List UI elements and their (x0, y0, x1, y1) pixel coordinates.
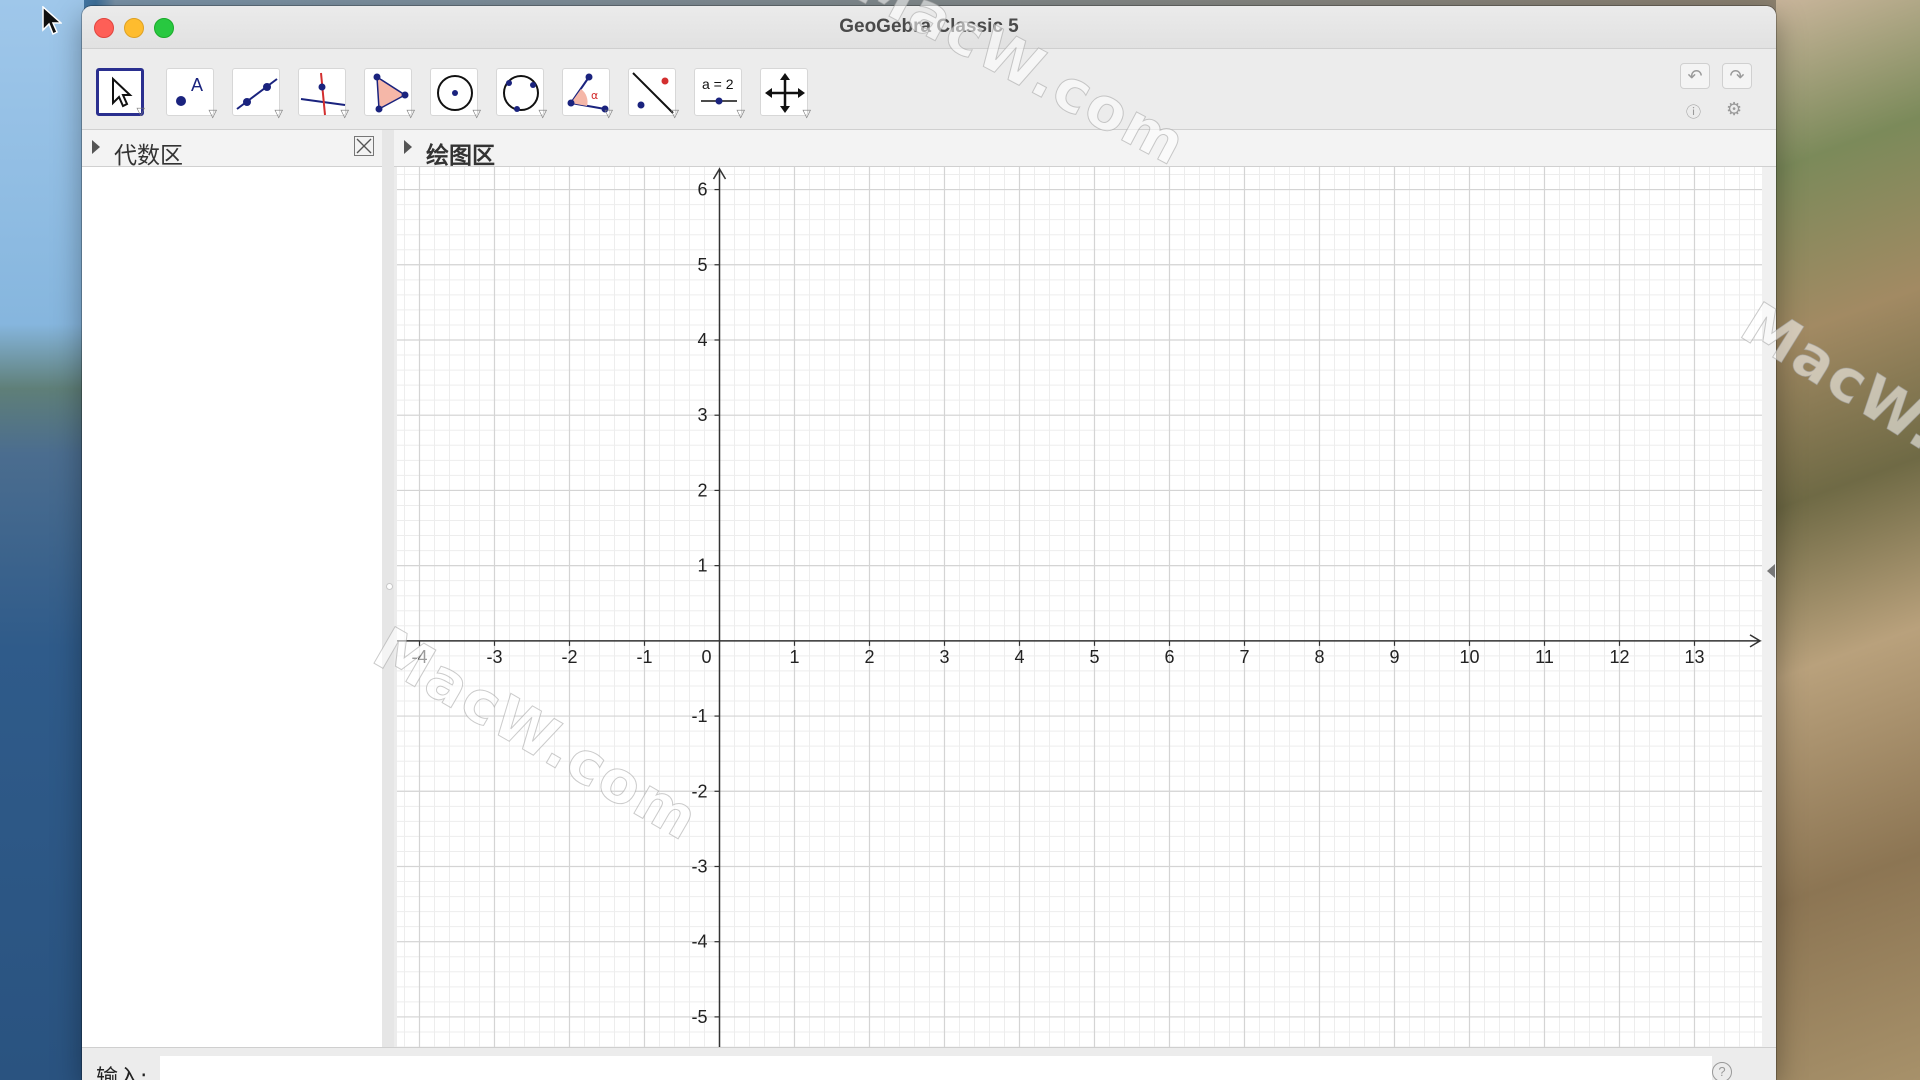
redo-icon: ↷ (1729, 66, 1745, 86)
y-axis-tick-label: -5 (691, 1007, 707, 1027)
chevron-down-icon: ▽ (538, 108, 547, 120)
y-axis-tick-label: -3 (691, 856, 707, 876)
line-tool-button[interactable]: ▽ (232, 68, 283, 120)
slider-tool-button[interactable]: a = 2 ▽ (694, 68, 745, 120)
undo-icon: ↶ (1687, 66, 1703, 86)
y-axis-tick-label: 1 (697, 556, 707, 576)
help-button[interactable]: ⓘ (1686, 101, 1701, 122)
view-splitter[interactable] (382, 130, 394, 1048)
graphics-view-header: 绘图区 (394, 130, 1776, 169)
x-axis-tick-label: 8 (1314, 647, 1324, 667)
circle-three-points-tool-button[interactable]: ▽ (496, 68, 547, 120)
chevron-down-icon: ▽ (208, 108, 217, 120)
input-help-icon[interactable]: ? (1712, 1062, 1732, 1080)
redo-button[interactable]: ↷ (1722, 63, 1752, 89)
splitter-handle[interactable] (386, 583, 393, 590)
x-axis-tick-label: 5 (1089, 647, 1099, 667)
chevron-down-icon: ▽ (472, 108, 481, 120)
title-bar: GeoGebra Classic 5 (82, 6, 1776, 49)
chevron-down-icon: ▽ (406, 108, 415, 120)
gear-icon: ⚙ (1726, 99, 1743, 119)
toolbar: ▽ A ▽ ▽ ▽ ▽ ▽ ▽ α ▽ ▽ a = 2 ▽ ▽ ↶ ↷ ⓘ ⚙ (82, 49, 1776, 130)
graphics-view-edge (1762, 167, 1776, 1047)
angle-tool-button[interactable]: α ▽ (562, 68, 613, 120)
x-axis-tick-label: 10 (1459, 647, 1479, 667)
algebra-view-title: 代数区 (114, 143, 183, 169)
geogebra-window: GeoGebra Classic 5 ▽ A ▽ ▽ ▽ ▽ ▽ ▽ α ▽ ▽… (82, 6, 1776, 1080)
circle-center-point-tool-button[interactable]: ▽ (430, 68, 481, 120)
x-axis-tick-label: -1 (636, 647, 652, 667)
chevron-down-icon: ▽ (136, 106, 145, 118)
y-axis-tick-label: -4 (691, 932, 707, 952)
x-axis-tick-label: 7 (1239, 647, 1249, 667)
svg-text:A: A (191, 75, 203, 95)
expand-arrow-icon[interactable] (92, 140, 100, 154)
coordinate-plane[interactable]: -4 -3 -2 -1 0 1 2 3 4 5 6 7 8 9 10 11 12 13654321-1-2-3-4… (397, 167, 1762, 1047)
move-tool-button[interactable]: ▽ (96, 68, 145, 118)
move-graphics-view-tool-button[interactable]: ▽ (760, 68, 811, 120)
y-axis-tick-label: -1 (691, 706, 707, 726)
x-axis-tick-label: -3 (486, 647, 502, 667)
algebra-view-close-button[interactable] (354, 136, 374, 156)
y-axis-tick-label: -2 (691, 781, 707, 801)
x-axis-tick-label: 4 (1014, 647, 1024, 667)
perpendicular-line-tool-button[interactable]: ▽ (298, 68, 349, 120)
y-axis-tick-label: 6 (697, 180, 707, 200)
desktop-wallpaper-right (1776, 0, 1920, 1080)
input-bar: 输入: ? (82, 1047, 1776, 1080)
chevron-down-icon: ▽ (604, 108, 613, 120)
x-axis-tick-label: 3 (939, 647, 949, 667)
slider-icon-label: a = 2 (702, 76, 734, 92)
y-axis-tick-label: 2 (697, 480, 707, 500)
expand-arrow-icon[interactable] (404, 140, 412, 154)
chevron-down-icon: ▽ (736, 108, 745, 120)
x-axis-tick-label: 6 (1164, 647, 1174, 667)
close-icon (356, 138, 372, 154)
settings-button[interactable]: ⚙ (1726, 99, 1742, 120)
svg-text:α: α (591, 89, 598, 102)
x-axis-tick-label: -4 (411, 647, 427, 667)
chevron-down-icon: ▽ (274, 108, 283, 120)
y-axis-tick-label: 4 (697, 330, 707, 350)
input-field[interactable] (160, 1056, 1712, 1080)
graphics-view-canvas[interactable]: -4 -3 -2 -1 0 1 2 3 4 5 6 7 8 9 10 11 12 13 6 5 4 3 2 1 -1 -2 -3 -4… (397, 167, 1762, 1047)
undo-button[interactable]: ↶ (1680, 63, 1710, 89)
x-axis-tick-label: -2 (561, 647, 577, 667)
x-axis-tick-label: 12 (1609, 647, 1629, 667)
algebra-view[interactable] (82, 167, 382, 1047)
window-title: GeoGebra Classic 5 (839, 16, 1019, 37)
algebra-view-header: 代数区 (82, 130, 382, 169)
y-axis-tick-label: 5 (697, 255, 707, 275)
point-tool-button[interactable]: A ▽ (166, 68, 217, 120)
input-label: 输入: (96, 1066, 148, 1080)
x-axis-tick-label: 2 (864, 647, 874, 667)
mouse-cursor-icon (42, 5, 63, 41)
polygon-tool-button[interactable]: ▽ (364, 68, 415, 120)
y-axis-tick-label: 3 (697, 405, 707, 425)
help-icon: ⓘ (1686, 104, 1702, 121)
x-axis-tick-label: 0 (701, 647, 711, 667)
chevron-down-icon: ▽ (340, 108, 349, 120)
graphics-view-title: 绘图区 (426, 143, 495, 169)
reflect-tool-button[interactable]: ▽ (628, 68, 679, 120)
side-panel-toggle-icon[interactable] (1767, 564, 1775, 578)
x-axis-tick-label: 11 (1535, 647, 1554, 667)
chevron-down-icon: ▽ (802, 108, 811, 120)
x-axis-tick-label: 13 (1684, 647, 1704, 667)
desktop-wallpaper-left (0, 0, 84, 1080)
x-axis-tick-label: 9 (1389, 647, 1399, 667)
x-axis-tick-label: 1 (789, 647, 799, 667)
chevron-down-icon: ▽ (670, 108, 679, 120)
